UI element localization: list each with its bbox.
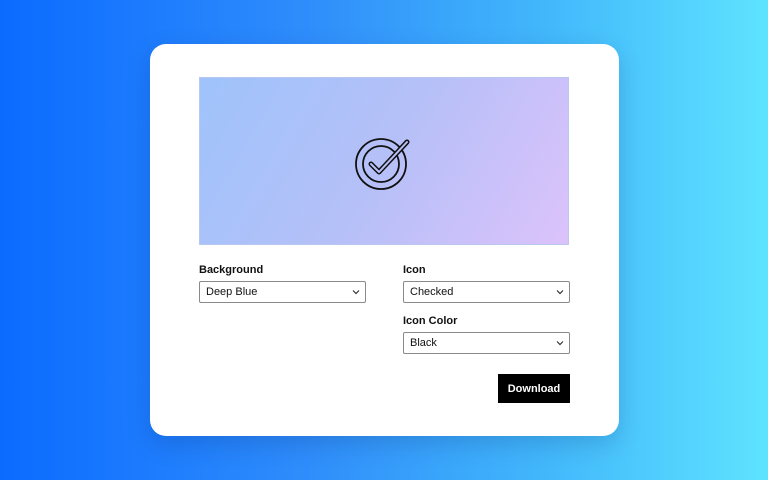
icon-label: Icon	[403, 264, 426, 276]
chevron-down-icon	[556, 341, 564, 346]
download-button[interactable]: Download	[498, 374, 570, 403]
background-select-value: Deep Blue	[206, 286, 258, 298]
icon-color-label: Icon Color	[403, 315, 458, 327]
chevron-down-icon	[352, 290, 360, 295]
icon-select[interactable]: Checked	[403, 281, 570, 303]
icon-select-value: Checked	[410, 286, 454, 298]
generator-card: Background Deep Blue Icon Checked Icon C…	[150, 44, 619, 436]
background-select[interactable]: Deep Blue	[199, 281, 366, 303]
checked-circle-icon	[355, 138, 410, 190]
icon-color-select[interactable]: Black	[403, 332, 570, 354]
icon-color-select-value: Black	[410, 337, 437, 349]
background-label: Background	[199, 264, 264, 276]
chevron-down-icon	[556, 290, 564, 295]
icon-preview	[199, 77, 569, 245]
